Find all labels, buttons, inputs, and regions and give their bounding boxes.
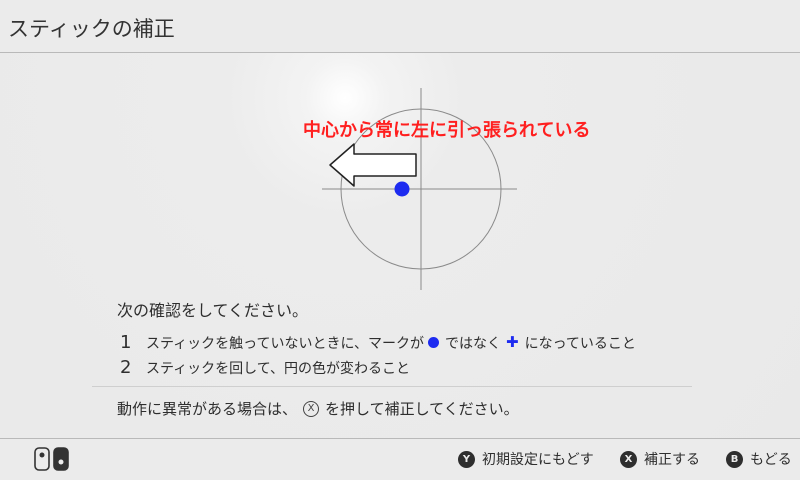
step-text: ではなく [445,335,502,352]
back-button[interactable]: B もどる [726,449,792,469]
calibration-notice: 動作に異常がある場合は、 X を押して補正してください。 [117,398,519,419]
blue-dot-icon [428,337,440,348]
step-text: になっていること [524,335,636,352]
joycon-controller-icon [34,447,69,471]
blue-plus-icon: ✚ [506,333,519,351]
instructions-title: 次の確認をしてください。 [117,301,309,320]
x-button-icon: X [303,400,320,417]
y-button-icon: Y [458,450,475,468]
divider [92,386,692,387]
x-button-icon: X [620,450,637,468]
step-text: スティックを回して、円の色が変わること [146,360,411,377]
reset-defaults-button[interactable]: Y 初期設定にもどす [458,449,594,469]
drift-annotation: 中心から常に左に引っ張られている [303,120,591,141]
notice-text: を押して補正してください。 [325,400,519,418]
left-arrow-annotation [329,143,417,187]
stick-position-marker [394,181,410,197]
instruction-step-2: 2 スティックを回して、円の色が変わること [120,357,410,378]
reset-defaults-label: 初期設定にもどす [482,452,594,468]
step-number: 2 [120,357,132,378]
footer-bar: Y 初期設定にもどす X 補正する B もどる [0,438,800,480]
calibrate-label: 補正する [644,452,700,468]
instruction-step-1: 1 スティックを触っていないときに、マークが ではなく ✚ になっていること [120,332,636,353]
calibrate-button[interactable]: X 補正する [620,449,700,469]
back-label: もどる [750,452,792,468]
b-button-icon: B [726,450,743,468]
notice-text: 動作に異常がある場合は、 [117,400,298,418]
step-text: スティックを触っていないときに、マークが [146,335,425,352]
step-number: 1 [120,332,132,353]
